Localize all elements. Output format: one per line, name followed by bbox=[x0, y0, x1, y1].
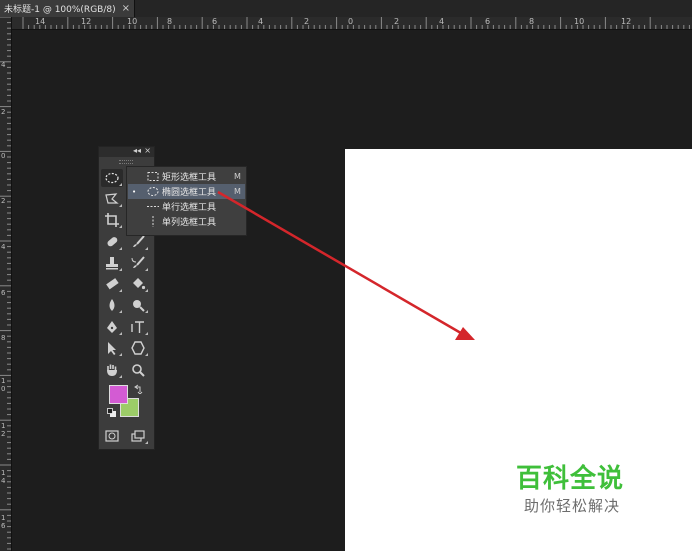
watermark-subtitle: 助你轻松解决 bbox=[524, 497, 621, 515]
watermark-title: 百科全说 bbox=[516, 464, 625, 494]
